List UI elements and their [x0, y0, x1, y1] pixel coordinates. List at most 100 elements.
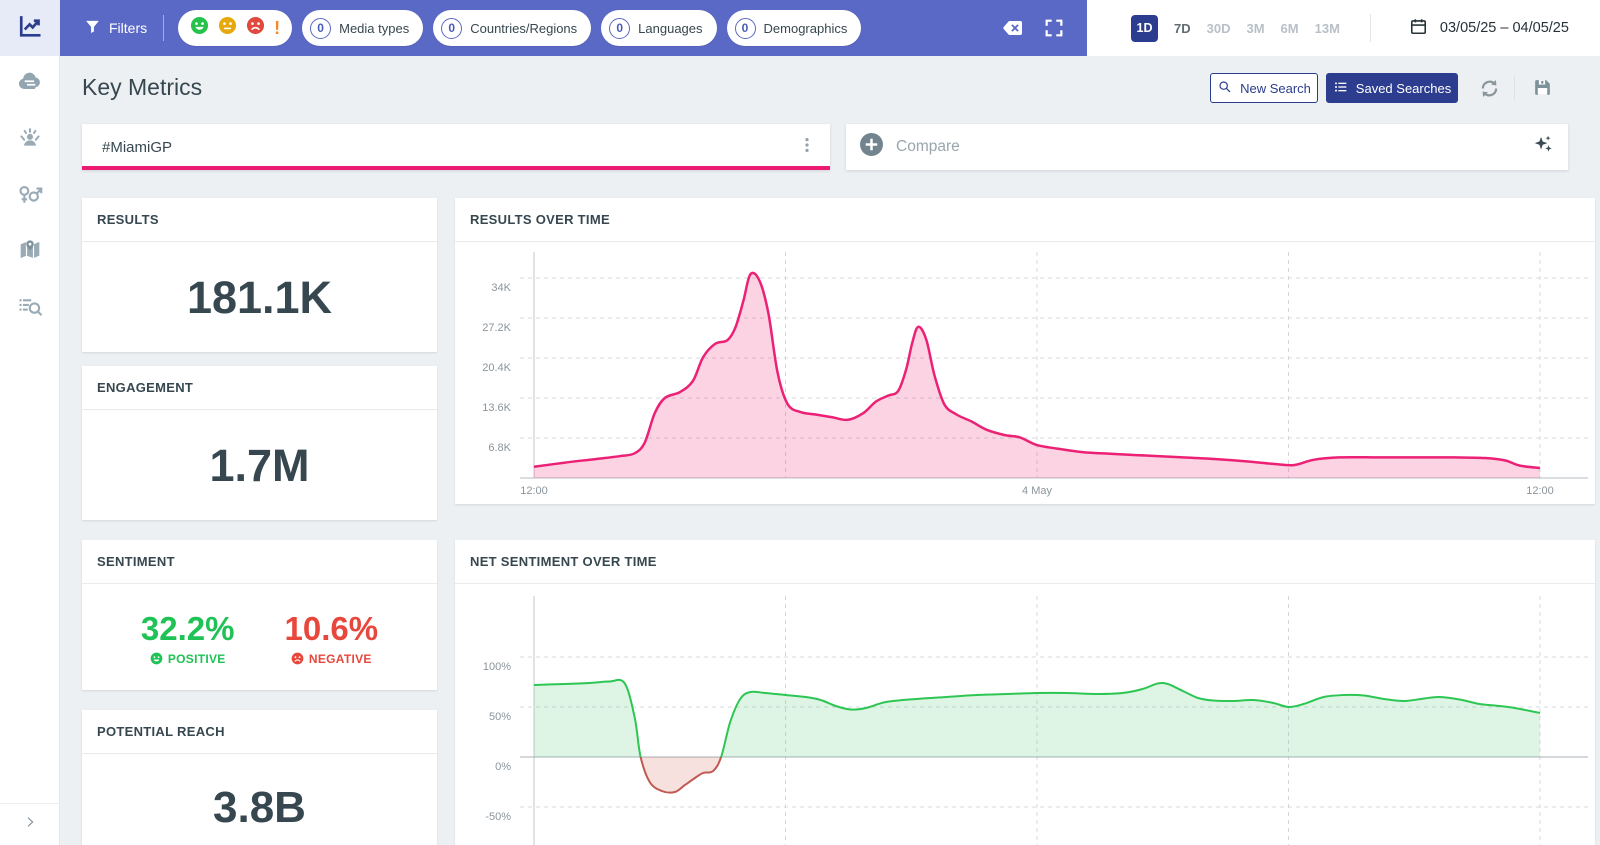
topbar-divider — [163, 15, 164, 41]
sidebar-collapse-toggle[interactable] — [0, 803, 59, 845]
search-query-text: #MiamiGP — [102, 139, 798, 156]
results-value: 181.1K — [82, 243, 437, 352]
results-chart-title: RESULTS OVER TIME — [455, 198, 1595, 242]
refresh-button[interactable] — [1478, 77, 1501, 105]
save-button[interactable] — [1532, 77, 1553, 103]
media-types-count-badge: 0 — [310, 18, 331, 39]
net-sentiment-over-time-card: NET SENTIMENT OVER TIME 100%50%0%-50%-10… — [455, 540, 1595, 845]
influencer-icon — [16, 124, 44, 157]
sentiment-filter-pill[interactable]: ! — [178, 10, 292, 46]
sad-face-icon — [246, 16, 265, 40]
timerange-bar: 1D 7D 30D 3M 6M 13M 03/05/25 – 04/05/25 — [1087, 0, 1600, 56]
sidebar-item-geography[interactable] — [0, 224, 59, 280]
saved-searches-button[interactable]: Saved Searches — [1326, 73, 1458, 103]
neutral-face-icon — [218, 16, 237, 40]
range-selector: 1D 7D 30D 3M 6M 13M — [1131, 15, 1340, 42]
date-range-picker[interactable]: 03/05/25 – 04/05/25 — [1409, 17, 1569, 40]
svg-text:50%: 50% — [489, 711, 511, 723]
positive-sentiment: 32.2% POSITIVE — [141, 610, 235, 666]
demographics-gender-icon — [15, 179, 45, 214]
demographics-filter-pill[interactable]: 0 Demographics — [727, 10, 862, 46]
sidebar-item-demographics[interactable] — [0, 168, 59, 224]
svg-text:6.8K: 6.8K — [488, 442, 511, 454]
compare-field[interactable]: Compare — [846, 124, 1568, 170]
add-circle-icon[interactable] — [860, 133, 883, 161]
sidebar-item-word-cloud[interactable] — [0, 56, 59, 112]
svg-text:27.2K: 27.2K — [482, 322, 511, 334]
languages-filter-pill[interactable]: 0 Languages — [601, 10, 716, 46]
negative-sentiment: 10.6% NEGATIVE — [285, 610, 379, 666]
negative-sentiment-label: NEGATIVE — [291, 652, 372, 666]
svg-text:-50%: -50% — [485, 811, 511, 823]
sidebar-item-influencers[interactable] — [0, 112, 59, 168]
word-cloud-icon — [16, 68, 44, 101]
kebab-menu-icon[interactable] — [798, 136, 816, 159]
analytics-icon — [16, 12, 44, 45]
saved-searches-label: Saved Searches — [1356, 81, 1451, 96]
svg-text:12:00: 12:00 — [520, 485, 548, 497]
media-types-label: Media types — [339, 21, 409, 36]
filters-label: Filters — [109, 20, 147, 36]
happy-face-icon — [190, 16, 209, 40]
analytics-dashboard: Filters ! 0 Media types 0 Countries/Regi… — [0, 0, 1600, 845]
themes-search-icon — [16, 292, 44, 325]
filter-funnel-icon — [84, 18, 101, 38]
new-search-button[interactable]: New Search — [1210, 73, 1318, 103]
sidebar — [0, 0, 60, 845]
clear-filters-button[interactable] — [1001, 16, 1025, 40]
range-6m-button[interactable]: 6M — [1281, 21, 1299, 36]
range-3m-button[interactable]: 3M — [1246, 21, 1264, 36]
sidebar-item-themes[interactable] — [0, 280, 59, 336]
range-1d-button[interactable]: 1D — [1131, 15, 1158, 42]
date-range-text: 03/05/25 – 04/05/25 — [1440, 20, 1569, 36]
results-over-time-chart[interactable]: 34K27.2K20.4K13.6K6.8K12:004 May12:00 — [455, 242, 1595, 504]
reach-card-title: POTENTIAL REACH — [82, 710, 437, 754]
sidebar-item-analytics[interactable] — [0, 0, 59, 56]
ai-sparkles-icon[interactable] — [1531, 133, 1554, 161]
countries-filter-pill[interactable]: 0 Countries/Regions — [433, 10, 591, 46]
search-query-field[interactable]: #MiamiGP — [82, 124, 830, 170]
svg-text:20.4K: 20.4K — [482, 362, 511, 374]
reach-value: 3.8B — [82, 755, 437, 845]
saved-list-icon — [1333, 79, 1349, 98]
filters-button[interactable]: Filters — [84, 18, 147, 38]
search-magnifier-icon — [1217, 79, 1233, 98]
svg-text:13.6K: 13.6K — [482, 402, 511, 414]
negative-sentiment-value: 10.6% — [285, 610, 379, 648]
collapse-chevron-icon — [22, 814, 38, 835]
languages-count-badge: 0 — [609, 18, 630, 39]
engagement-value: 1.7M — [82, 411, 437, 520]
engagement-metric-card: ENGAGEMENT 1.7M — [82, 366, 437, 520]
demographics-label: Demographics — [764, 21, 848, 36]
map-icon — [16, 236, 44, 269]
new-search-label: New Search — [1240, 81, 1311, 96]
fullscreen-button[interactable] — [1043, 17, 1065, 39]
engagement-card-title: ENGAGEMENT — [82, 366, 437, 410]
results-metric-card: RESULTS 181.1K — [82, 198, 437, 352]
countries-count-badge: 0 — [441, 18, 462, 39]
negative-frown-icon — [291, 652, 304, 665]
svg-text:0%: 0% — [495, 761, 511, 773]
net-sentiment-chart-title: NET SENTIMENT OVER TIME — [455, 540, 1595, 584]
header-divider — [1514, 75, 1515, 101]
range-13m-button[interactable]: 13M — [1315, 21, 1340, 36]
alert-exclamation-icon: ! — [274, 19, 280, 37]
net-sentiment-chart[interactable]: 100%50%0%-50%-100%12:004 May12:00 — [455, 584, 1595, 845]
compare-placeholder: Compare — [896, 138, 1531, 156]
media-types-filter-pill[interactable]: 0 Media types — [302, 10, 423, 46]
svg-text:4 May: 4 May — [1022, 485, 1052, 497]
languages-label: Languages — [638, 21, 702, 36]
range-30d-button[interactable]: 30D — [1207, 21, 1231, 36]
demographics-count-badge: 0 — [735, 18, 756, 39]
countries-label: Countries/Regions — [470, 21, 577, 36]
range-7d-button[interactable]: 7D — [1174, 21, 1191, 36]
range-date-divider — [1370, 14, 1371, 42]
positive-smiley-icon — [150, 652, 163, 665]
topbar-icon-group — [1001, 16, 1065, 40]
svg-text:34K: 34K — [491, 282, 511, 294]
results-card-title: RESULTS — [82, 198, 437, 242]
positive-sentiment-label: POSITIVE — [150, 652, 226, 666]
sentiment-metric-card: SENTIMENT 32.2% POSITIVE 10.6% NEGATIVE — [82, 540, 437, 690]
page-title: Key Metrics — [82, 74, 202, 101]
results-over-time-card: RESULTS OVER TIME 34K 27.2K 20.4K 13.6K 6.8K… — [455, 198, 1595, 504]
